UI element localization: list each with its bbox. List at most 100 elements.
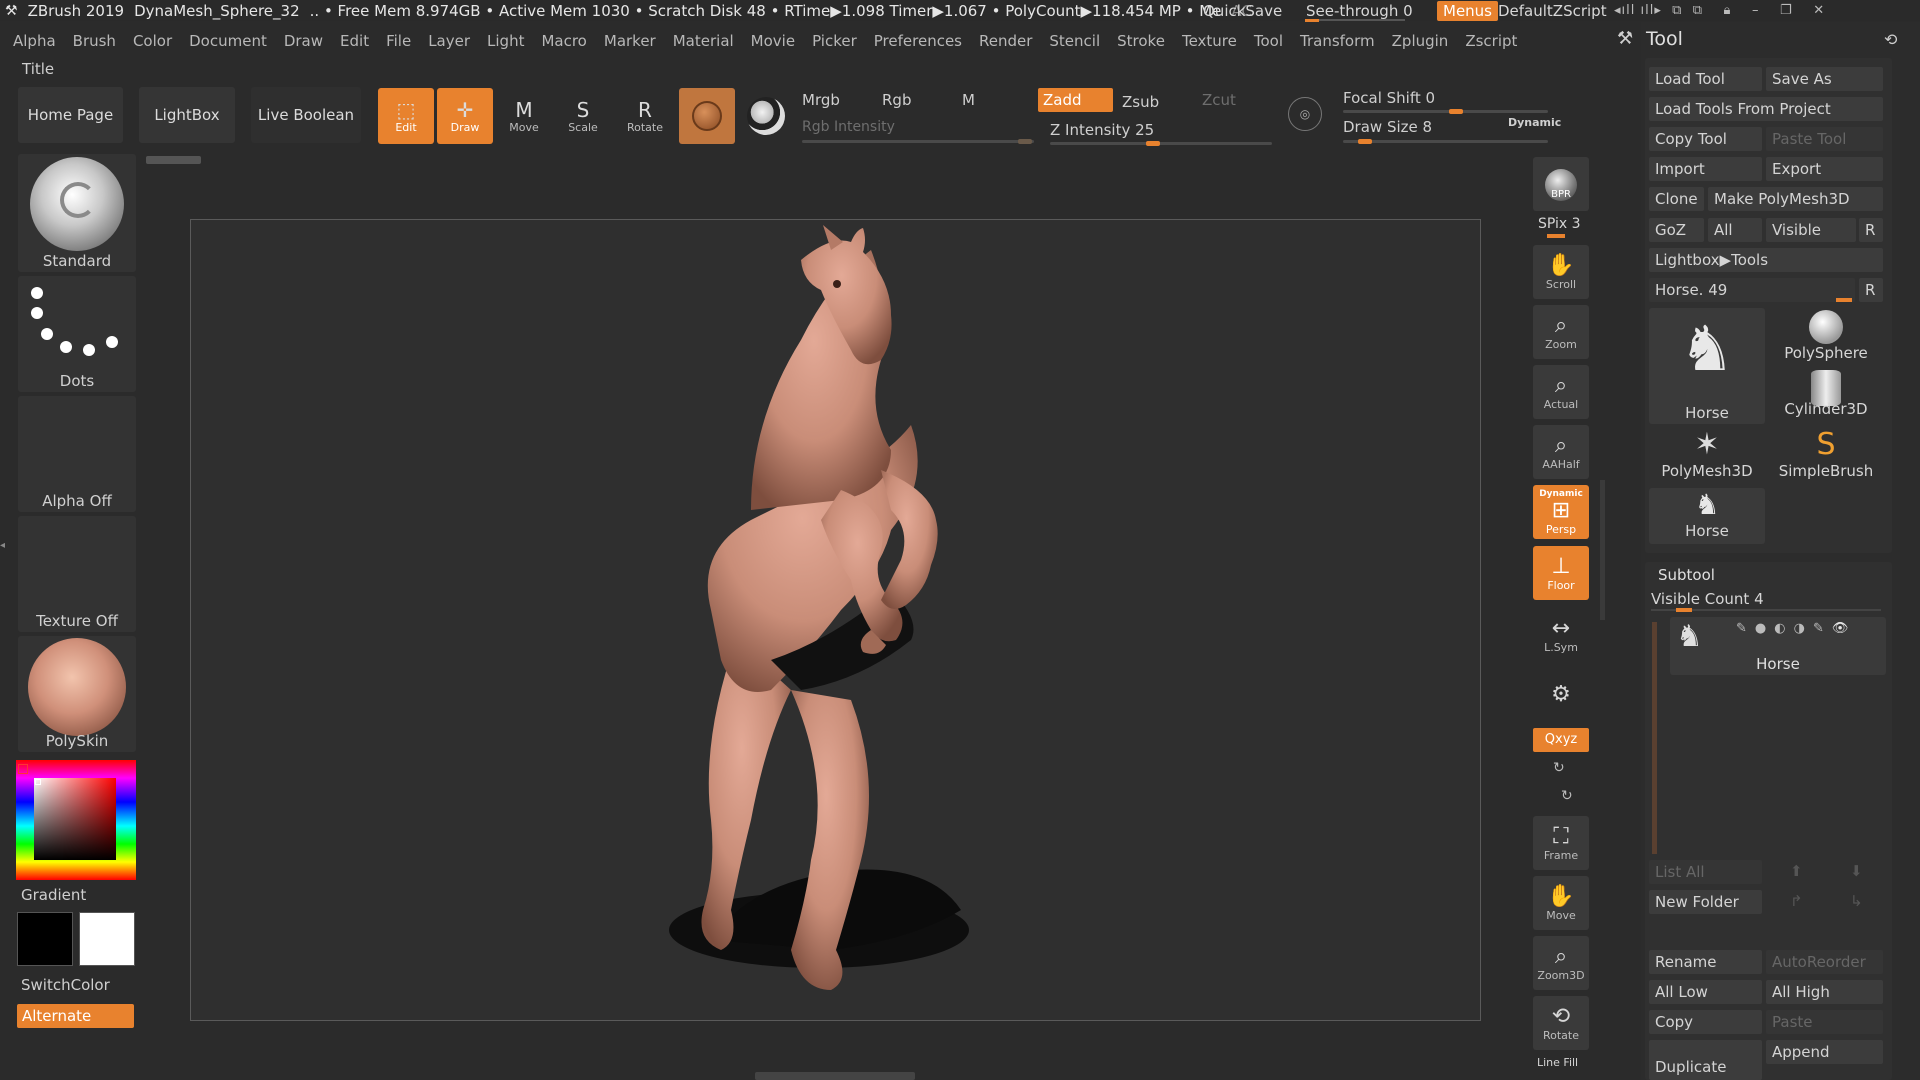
rgb-toggle[interactable]: Rgb [882,91,911,109]
main-color-swatch[interactable] [79,912,135,966]
shelf-scrollbar[interactable] [1600,480,1605,620]
make-polymesh3d-button[interactable]: Make PolyMesh3D [1708,187,1883,211]
tool-thumb-horse-2[interactable]: ♞ Horse [1649,488,1765,544]
current-tool-r-button[interactable]: R [1859,278,1883,302]
menu-tool[interactable]: Tool [1254,32,1283,50]
menu-stroke[interactable]: Stroke [1117,32,1165,50]
material-slot[interactable]: PolySkin [18,636,136,752]
menus-toggle[interactable]: Menus [1437,0,1498,21]
load-tool-button[interactable]: Load Tool [1649,67,1762,91]
zbrush-logo-icon[interactable]: ⚒ [0,3,23,19]
folder-action-2-icon[interactable]: ↳ [1850,892,1863,910]
auto-reorder-button[interactable]: AutoReorder [1766,950,1883,974]
gradient-toggle[interactable]: Gradient [21,886,86,904]
rename-button[interactable]: Rename [1649,950,1762,974]
menu-render[interactable]: Render [979,32,1032,50]
move-view-button[interactable]: ✋ Move [1533,876,1589,930]
import-button[interactable]: Import [1649,157,1762,181]
rgb-intensity-slider[interactable]: Rgb Intensity [802,119,895,135]
menu-transform[interactable]: Transform [1300,32,1375,50]
bottom-tray-handle[interactable] [755,1072,915,1080]
move-up-arrow-icon[interactable]: ⬆ [1790,862,1803,880]
z-intensity-slider[interactable]: Z Intensity 25 [1050,121,1154,139]
close-icon[interactable]: ✕ [1813,3,1825,18]
focal-shift-slider[interactable]: Focal Shift 0 [1343,89,1435,107]
goz-button[interactable]: GoZ [1649,218,1704,242]
menu-material[interactable]: Material [673,32,734,50]
lightbox-button[interactable]: LightBox [139,87,235,143]
rotate-mode-button[interactable]: R Rotate [617,88,673,144]
zcut-toggle[interactable]: Zcut [1202,91,1236,109]
texture-slot[interactable]: Texture Off [18,516,136,632]
layout-icons[interactable]: ◂ıll ıll▸ ⧉ ⧉ 🔒︎ – ❐ ✕ [1614,0,1825,21]
dynamic-toggle[interactable]: Dynamic [1508,116,1561,129]
xyz-symmetry-button[interactable]: Qxyz [1533,728,1589,752]
minimize-icon[interactable]: – [1752,3,1760,18]
home-page-button[interactable]: Home Page [18,87,123,143]
zadd-toggle[interactable]: Zadd [1038,88,1113,112]
default-zscript-button[interactable]: DefaultZScript [1498,0,1607,21]
horse-model[interactable] [191,220,1482,1022]
frame-button[interactable]: ⛶ Frame [1533,816,1589,870]
copy-tool-button[interactable]: Copy Tool [1649,127,1762,151]
rotate-view-button[interactable]: ⟲ Rotate [1533,996,1589,1050]
subtool-item-horse[interactable]: ♞ ✎●◐◑✎👁︎ Horse [1670,617,1886,675]
lock-icon[interactable]: 🔒︎ [1724,3,1732,18]
menu-alpha[interactable]: Alpha [13,32,56,50]
subtool-mrgb-icon[interactable]: ◐ [1774,621,1793,636]
secondary-color-swatch[interactable] [17,912,73,966]
current-tool-knob[interactable] [1836,298,1852,302]
subtool-scrollbar[interactable] [1652,622,1657,854]
new-folder-button[interactable]: New Folder [1649,890,1762,914]
current-tool-slider[interactable]: Horse. 49 [1649,278,1855,302]
paste-subtool-button[interactable]: Paste [1766,1010,1883,1034]
floor-button[interactable]: ⊥ Floor [1533,546,1589,600]
visible-count-slider[interactable]: Visible Count 4 [1651,590,1764,608]
perspective-button[interactable]: Dynamic ⊞ Persp [1533,485,1589,539]
palette-refresh-icon[interactable]: ⟲ [1884,30,1897,49]
layout-right-icon[interactable]: ıll▸ [1641,3,1662,18]
menu-edit[interactable]: Edit [340,32,369,50]
switch-color-button[interactable]: SwitchColor [21,976,110,994]
menu-zplugin[interactable]: Zplugin [1392,32,1449,50]
see-through-slider[interactable]: See-through 0 [1306,0,1413,21]
goz-all-button[interactable]: All [1708,218,1762,242]
menu-marker[interactable]: Marker [604,32,656,50]
menu-macro[interactable]: Macro [541,32,586,50]
local-symmetry-button[interactable]: ↔ L.Sym [1533,608,1589,662]
rotate-y-icon[interactable]: ↻ [1553,760,1565,776]
window-arrange-icon[interactable]: ⧉ [1693,3,1703,18]
menu-color[interactable]: Color [133,32,172,50]
alpha-slot[interactable]: Alpha Off [18,396,136,512]
paste-tool-button[interactable]: Paste Tool [1766,127,1883,151]
document-frame[interactable] [190,219,1481,1021]
menu-brush[interactable]: Brush [73,32,116,50]
menu-movie[interactable]: Movie [751,32,795,50]
menu-picker[interactable]: Picker [812,32,857,50]
quicksave-button[interactable]: QuickSave [1203,0,1282,21]
zoom3d-button[interactable]: ⌕ Zoom3D [1533,936,1589,990]
m-toggle[interactable]: M [962,91,975,109]
window-tile-icon[interactable]: ⧉ [1672,3,1682,18]
subtool-dynamic-icon[interactable]: ◑ [1794,621,1813,636]
subtool-visibility-eye-icon[interactable]: 👁︎ [1832,621,1857,636]
line-fill-button[interactable]: Line Fill [1537,1056,1578,1069]
goz-r-button[interactable]: R [1859,218,1883,242]
draw-mode-button[interactable]: ✛ Draw [437,88,493,144]
clone-button[interactable]: Clone [1649,187,1704,211]
stroke-slot[interactable]: Dots [18,276,136,392]
menu-file[interactable]: File [386,32,411,50]
tool-thumb-simplebrush[interactable]: S SimpleBrush [1768,428,1884,484]
material-preview-button[interactable] [679,88,735,144]
all-high-button[interactable]: All High [1766,980,1883,1004]
focal-shift-knob[interactable] [1449,109,1463,114]
list-all-button[interactable]: List All [1649,860,1762,884]
rgb-intensity-knob[interactable] [1018,139,1032,144]
tool-thumb-cylinder3d[interactable]: Cylinder3D [1768,368,1884,426]
menu-preferences[interactable]: Preferences [874,32,962,50]
mrgb-toggle[interactable]: Mrgb [802,91,840,109]
menu-layer[interactable]: Layer [428,32,470,50]
draw-size-slider[interactable]: Draw Size 8 [1343,118,1432,136]
menu-draw[interactable]: Draw [284,32,323,50]
saturation-square[interactable] [34,778,116,860]
